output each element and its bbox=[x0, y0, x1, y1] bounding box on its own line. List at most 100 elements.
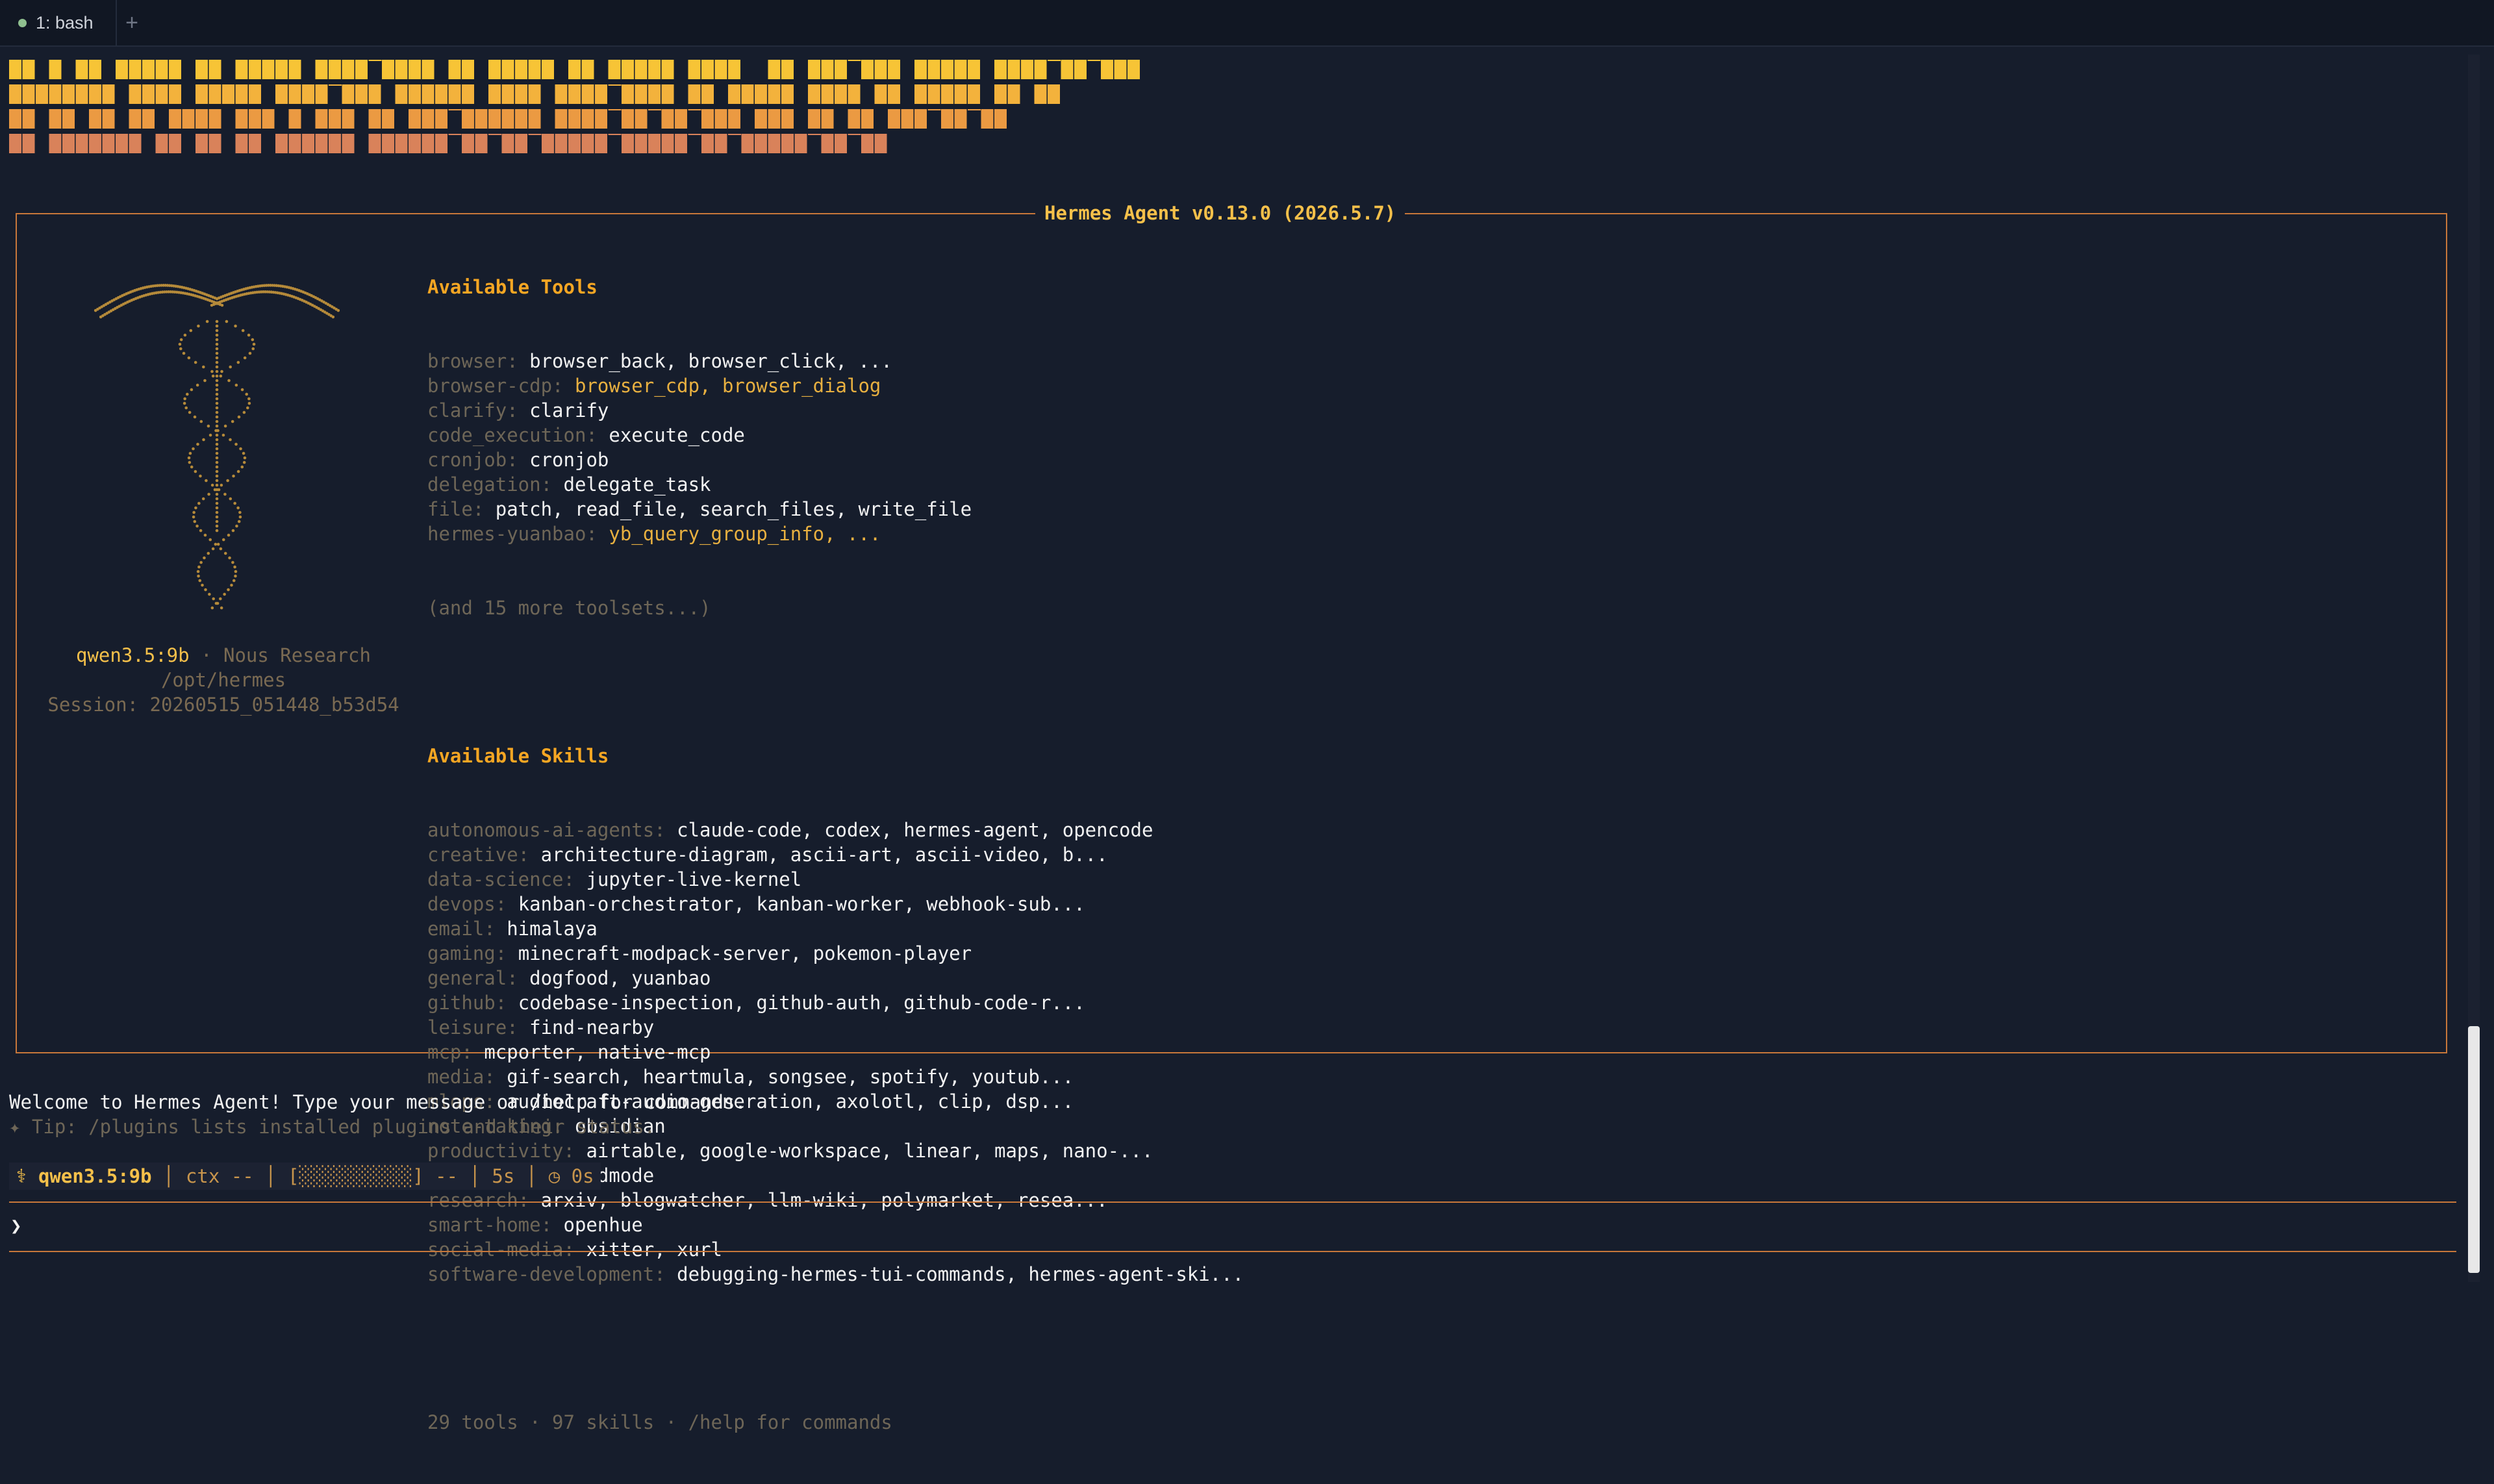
install-path: /opt/hermes bbox=[160, 669, 286, 691]
skill-names: minecraft-modpack-server, pokemon-player bbox=[518, 942, 972, 964]
tool-row: browser: browser_back, browser_click, ..… bbox=[427, 349, 1244, 373]
skill-category: social-media: bbox=[427, 1239, 586, 1261]
tool-category: file: bbox=[427, 498, 496, 520]
tool-row: clarify: clarify bbox=[427, 398, 1244, 423]
tool-names: clarify bbox=[529, 399, 609, 421]
skill-row: github: codebase-inspection, github-auth… bbox=[427, 990, 1244, 1015]
welcome-message: Welcome to Hermes Agent! Type your messa… bbox=[9, 1091, 746, 1113]
skill-names: gif-search, heartmula, songsee, spotify,… bbox=[507, 1066, 1074, 1088]
skill-names: openhue bbox=[563, 1214, 643, 1236]
skill-row: creative: architecture-diagram, ascii-ar… bbox=[427, 842, 1244, 867]
timer-icon: ◷ bbox=[548, 1165, 561, 1187]
skill-row: software-development: debugging-hermes-t… bbox=[427, 1262, 1244, 1287]
skills-heading: Available Skills bbox=[427, 745, 609, 767]
skill-row: data-science: jupyter-live-kernel bbox=[427, 867, 1244, 892]
tool-names: browser_cdp, browser_dialog bbox=[574, 375, 881, 397]
tool-row: hermes-yuanbao: yb_query_group_info, ... bbox=[427, 522, 1244, 546]
skill-category: media: bbox=[427, 1066, 507, 1088]
usage-bar: [░░░░░░░░░░] bbox=[288, 1165, 424, 1187]
input-top-rule bbox=[9, 1201, 2456, 1203]
skill-names: himalaya bbox=[507, 918, 598, 940]
status-model: qwen3.5:9b bbox=[38, 1165, 152, 1187]
input-prompt[interactable]: ❯ bbox=[10, 1213, 21, 1238]
summary-line: 29 tools · 97 skills · /help for command… bbox=[427, 1411, 892, 1433]
skill-category: smart-home: bbox=[427, 1214, 564, 1236]
model-name: qwen3.5:9b bbox=[76, 644, 190, 666]
skill-row: email: himalaya bbox=[427, 916, 1244, 941]
usage-value: -- bbox=[435, 1165, 458, 1187]
tool-category: delegation: bbox=[427, 473, 564, 496]
skill-row: devops: kanban-orchestrator, kanban-work… bbox=[427, 892, 1244, 916]
skill-row: mcp: mcporter, native-mcp bbox=[427, 1040, 1244, 1064]
skill-row: leisure: find-nearby bbox=[427, 1015, 1244, 1040]
meta-separator: · bbox=[189, 644, 223, 666]
tool-row: delegation: delegate_task bbox=[427, 472, 1244, 497]
skill-names: jupyter-live-kernel bbox=[586, 868, 802, 890]
skill-category: creative: bbox=[427, 844, 541, 866]
skill-category: gaming: bbox=[427, 942, 518, 964]
tool-row: cronjob: cronjob bbox=[427, 447, 1244, 472]
session-id: Session: 20260515_051448_b53d54 bbox=[47, 694, 399, 716]
skill-row: research: arxiv, blogwatcher, llm-wiki, … bbox=[427, 1188, 1244, 1213]
tool-names: browser_back, browser_click, ... bbox=[529, 350, 892, 372]
elapsed-time: 0s bbox=[571, 1165, 594, 1187]
skill-row: general: dogfood, yuanbao bbox=[427, 966, 1244, 990]
skill-row: gaming: minecraft-modpack-server, pokemo… bbox=[427, 941, 1244, 966]
skill-names: airtable, google-workspace, linear, maps… bbox=[586, 1140, 1153, 1162]
skill-row: media: gif-search, heartmula, songsee, s… bbox=[427, 1064, 1244, 1089]
skill-row: social-media: xitter, xurl bbox=[427, 1237, 1244, 1262]
agent-meta: qwen3.5:9b · Nous Research /opt/hermes S… bbox=[16, 643, 431, 717]
panel-title: Hermes Agent v0.13.0 (2026.5.7) bbox=[1035, 199, 1405, 227]
tool-category: hermes-yuanbao: bbox=[427, 523, 609, 545]
skill-row: smart-home: openhue bbox=[427, 1213, 1244, 1237]
context-indicator: ctx -- bbox=[185, 1165, 254, 1187]
skill-category: devops: bbox=[427, 893, 518, 915]
skill-names: architecture-diagram, ascii-art, ascii-v… bbox=[540, 844, 1108, 866]
tip-message: ✦ Tip: /plugins lists installed plugins … bbox=[9, 1116, 656, 1138]
skill-names: debugging-hermes-tui-commands, hermes-ag… bbox=[677, 1263, 1244, 1285]
scrollbar-thumb[interactable] bbox=[2468, 1026, 2480, 1273]
skill-category: autonomous-ai-agents: bbox=[427, 819, 677, 841]
latency: 5s bbox=[492, 1165, 515, 1187]
tool-names: delegate_task bbox=[563, 473, 711, 496]
skill-category: productivity: bbox=[427, 1140, 586, 1162]
skill-names: dogfood, yuanbao bbox=[529, 967, 711, 989]
caduceus-logo-icon bbox=[94, 284, 340, 610]
skill-category: software-development: bbox=[427, 1263, 677, 1285]
status-bar: ⚕ qwen3.5:9b │ ctx -- │ [░░░░░░░░░░] -- … bbox=[9, 1163, 601, 1190]
capabilities-list: Available Tools browser: browser_back, b… bbox=[427, 225, 1244, 1484]
skill-category: research: bbox=[427, 1189, 541, 1211]
tool-names: yb_query_group_info, ... bbox=[609, 523, 881, 545]
skill-row: productivity: airtable, google-workspace… bbox=[427, 1138, 1244, 1163]
skill-names: xitter, xurl bbox=[586, 1239, 722, 1261]
agent-icon: ⚕ bbox=[16, 1165, 27, 1187]
input-bottom-rule bbox=[9, 1251, 2456, 1252]
tool-row: code_execution: execute_code bbox=[427, 423, 1244, 447]
skill-category: github: bbox=[427, 992, 518, 1014]
skill-names: find-nearby bbox=[529, 1016, 655, 1038]
tool-category: code_execution: bbox=[427, 424, 609, 446]
skill-row: autonomous-ai-agents: claude-code, codex… bbox=[427, 818, 1244, 842]
skill-names: mcporter, native-mcp bbox=[484, 1041, 711, 1063]
tool-row: file: patch, read_file, search_files, wr… bbox=[427, 497, 1244, 522]
tools-more: (and 15 more toolsets...) bbox=[427, 597, 711, 619]
org-name: Nous Research bbox=[223, 644, 371, 666]
skill-names: codebase-inspection, github-auth, github… bbox=[518, 992, 1085, 1014]
tool-names: patch, read_file, search_files, write_fi… bbox=[495, 498, 972, 520]
skill-names: arxiv, blogwatcher, llm-wiki, polymarket… bbox=[540, 1189, 1108, 1211]
tools-heading: Available Tools bbox=[427, 276, 598, 298]
terminal[interactable]: Hermes Agent v0.13.0 (2026.5.7) qwen3.5:… bbox=[0, 0, 2494, 1433]
tool-names: cronjob bbox=[529, 449, 609, 471]
skill-category: email: bbox=[427, 918, 507, 940]
skill-category: mcp: bbox=[427, 1041, 485, 1063]
skill-category: data-science: bbox=[427, 868, 586, 890]
skill-category: general: bbox=[427, 967, 530, 989]
tool-row: browser-cdp: browser_cdp, browser_dialog bbox=[427, 373, 1244, 398]
tool-category: browser: bbox=[427, 350, 530, 372]
tool-category: browser-cdp: bbox=[427, 375, 575, 397]
tool-names: execute_code bbox=[609, 424, 745, 446]
hermes-agent-banner-logo bbox=[9, 60, 1140, 153]
skill-names: kanban-orchestrator, kanban-worker, webh… bbox=[518, 893, 1085, 915]
tool-category: clarify: bbox=[427, 399, 530, 421]
tool-category: cronjob: bbox=[427, 449, 530, 471]
